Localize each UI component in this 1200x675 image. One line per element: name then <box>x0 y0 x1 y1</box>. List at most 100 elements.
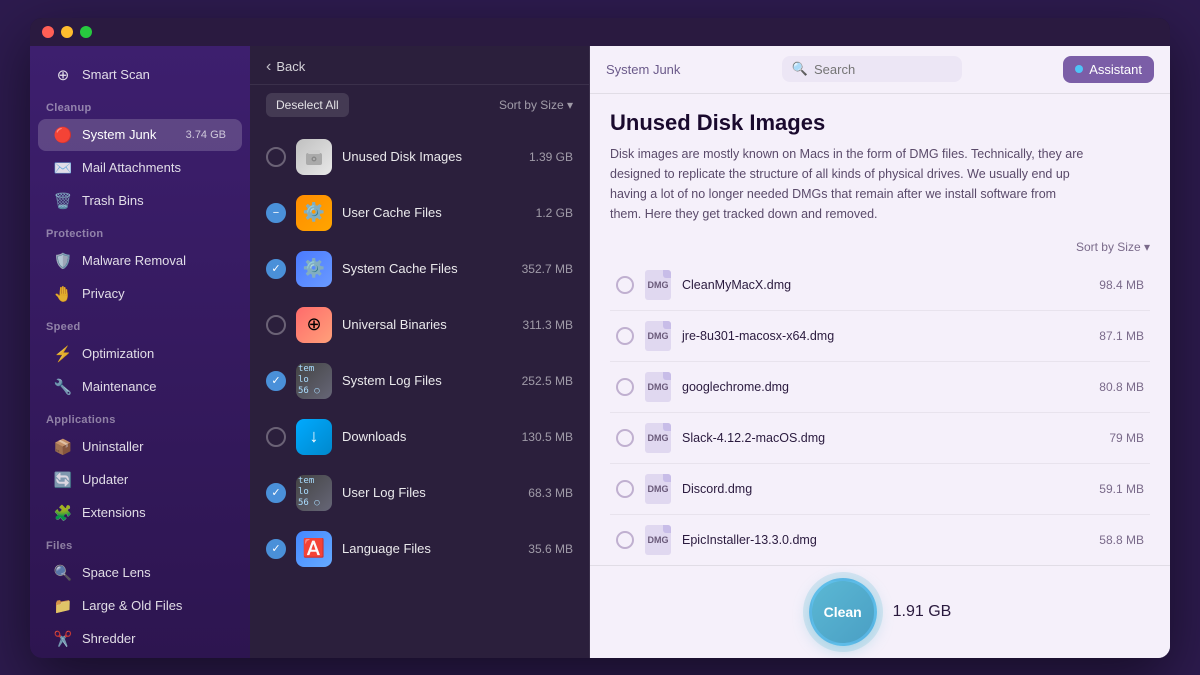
assistant-button[interactable]: Assistant <box>1063 56 1154 83</box>
privacy-label: Privacy <box>82 286 226 301</box>
sidebar-item-extensions[interactable]: 🧩 Extensions <box>38 497 242 529</box>
check-system-cache[interactable]: ✓ <box>266 259 286 279</box>
right-header: System Junk 🔍 Assistant <box>590 46 1170 94</box>
file-row[interactable]: DMG CleanMyMacX.dmg 98.4 MB <box>610 260 1150 311</box>
file-check-1[interactable] <box>616 276 634 294</box>
sidebar-item-shredder[interactable]: ✂️ Shredder <box>38 623 242 655</box>
sidebar-item-trash-bins[interactable]: 🗑️ Trash Bins <box>38 185 242 217</box>
sidebar-item-space-lens[interactable]: 🔍 Space Lens <box>38 557 242 589</box>
sidebar-item-privacy[interactable]: 🤚 Privacy <box>38 278 242 310</box>
scan-item-language-files[interactable]: ✓ 🅰️ Language Files 35.6 MB <box>250 521 589 577</box>
back-button[interactable]: ‹ Back <box>266 58 305 76</box>
scan-item-downloads[interactable]: ↓ Downloads 130.5 MB <box>250 409 589 465</box>
privacy-icon: 🤚 <box>54 285 72 303</box>
scan-item-size: 68.3 MB <box>528 486 573 500</box>
search-input[interactable] <box>814 62 952 77</box>
scan-item-name: Universal Binaries <box>342 317 447 332</box>
system-junk-icon: 🔴 <box>54 126 72 144</box>
dmg-file-icon: DMG <box>644 320 672 352</box>
sidebar-item-smart-scan[interactable]: ⊕ Smart Scan <box>38 59 242 91</box>
minimize-button[interactable] <box>61 26 73 38</box>
system-junk-badge: 3.74 GB <box>186 129 226 141</box>
extensions-label: Extensions <box>82 505 226 520</box>
scan-item-name: Language Files <box>342 541 431 556</box>
scan-item-size: 311.3 MB <box>523 318 573 332</box>
scan-item-name: User Cache Files <box>342 205 442 220</box>
check-mark: ✓ <box>271 486 280 499</box>
system-junk-label: System Junk <box>82 127 176 142</box>
file-row[interactable]: DMG googlechrome.dmg 80.8 MB <box>610 362 1150 413</box>
syscache-icon: ⚙️ <box>296 251 332 287</box>
sort-by-size-label[interactable]: Sort by Size ▾ <box>499 98 573 112</box>
clean-bar: Clean 1.91 GB <box>590 565 1170 658</box>
scan-item-user-cache[interactable]: − ⚙️ User Cache Files 1.2 GB <box>250 185 589 241</box>
sidebar-item-mail-attachments[interactable]: ✉️ Mail Attachments <box>38 152 242 184</box>
search-box[interactable]: 🔍 <box>782 56 962 82</box>
main-layout: ⊕ Smart Scan Cleanup 🔴 System Junk 3.74 … <box>30 18 1170 658</box>
trash-bins-label: Trash Bins <box>82 193 226 208</box>
scan-item-unused-disk-images[interactable]: Unused Disk Images 1.39 GB <box>250 129 589 185</box>
section-label-cleanup: Cleanup <box>30 92 250 118</box>
close-button[interactable] <box>42 26 54 38</box>
scan-item-user-log[interactable]: ✓ tem lo56 ○ User Log Files 68.3 MB <box>250 465 589 521</box>
dmg-file-icon: DMG <box>644 269 672 301</box>
check-system-log[interactable]: ✓ <box>266 371 286 391</box>
content-title: Unused Disk Images <box>610 110 1150 136</box>
sidebar-item-maintenance[interactable]: 🔧 Maintenance <box>38 371 242 403</box>
file-check-5[interactable] <box>616 480 634 498</box>
file-size: 98.4 MB <box>1099 278 1144 292</box>
scan-item-size: 1.39 GB <box>529 150 573 164</box>
clean-button[interactable]: Clean <box>809 578 877 646</box>
back-label: Back <box>276 59 305 74</box>
middle-panel: ‹ Back Deselect All Sort by Size ▾ Unuse… <box>250 46 590 658</box>
sidebar-item-malware-removal[interactable]: 🛡️ Malware Removal <box>38 245 242 277</box>
check-downloads[interactable] <box>266 427 286 447</box>
check-mark: ✓ <box>271 262 280 275</box>
mail-attachments-label: Mail Attachments <box>82 160 226 175</box>
downloads-icon: ↓ <box>296 419 332 455</box>
file-name: EpicInstaller-13.3.0.dmg <box>682 533 1089 547</box>
check-language[interactable]: ✓ <box>266 539 286 559</box>
sidebar-item-optimization[interactable]: ⚡ Optimization <box>38 338 242 370</box>
dmg-file-icon: DMG <box>644 422 672 454</box>
file-row[interactable]: DMG Slack-4.12.2-macOS.dmg 79 MB <box>610 413 1150 464</box>
malware-label: Malware Removal <box>82 253 226 268</box>
updater-icon: 🔄 <box>54 471 72 489</box>
file-check-3[interactable] <box>616 378 634 396</box>
file-size: 80.8 MB <box>1099 380 1144 394</box>
file-check-2[interactable] <box>616 327 634 345</box>
check-universal[interactable] <box>266 315 286 335</box>
shredder-label: Shredder <box>82 631 226 646</box>
section-label-files: Files <box>30 530 250 556</box>
section-label-speed: Speed <box>30 311 250 337</box>
scan-item-system-log[interactable]: ✓ tem lo56 ○ System Log Files 252.5 MB <box>250 353 589 409</box>
sidebar-item-system-junk[interactable]: 🔴 System Junk 3.74 GB <box>38 119 242 151</box>
file-row[interactable]: DMG jre-8u301-macosx-x64.dmg 87.1 MB <box>610 311 1150 362</box>
assistant-dot-icon <box>1075 65 1083 73</box>
uninstaller-icon: 📦 <box>54 438 72 456</box>
list-controls: Deselect All Sort by Size ▾ <box>250 85 589 125</box>
dmg-file-icon: DMG <box>644 473 672 505</box>
files-sort-label[interactable]: Sort by Size ▾ <box>1076 240 1150 254</box>
content-description: Disk images are mostly known on Macs in … <box>610 144 1090 224</box>
scan-item-system-cache[interactable]: ✓ ⚙️ System Cache Files 352.7 MB <box>250 241 589 297</box>
sidebar-item-uninstaller[interactable]: 📦 Uninstaller <box>38 431 242 463</box>
file-check-6[interactable] <box>616 531 634 549</box>
cache-icon: ⚙️ <box>296 195 332 231</box>
file-check-4[interactable] <box>616 429 634 447</box>
file-row[interactable]: DMG EpicInstaller-13.3.0.dmg 58.8 MB <box>610 515 1150 565</box>
updater-label: Updater <box>82 472 226 487</box>
check-user-log[interactable]: ✓ <box>266 483 286 503</box>
extensions-icon: 🧩 <box>54 504 72 522</box>
scan-item-universal-binaries[interactable]: ⊕ Universal Binaries 311.3 MB <box>250 297 589 353</box>
sidebar-item-updater[interactable]: 🔄 Updater <box>38 464 242 496</box>
deselect-all-button[interactable]: Deselect All <box>266 93 349 117</box>
check-user-cache[interactable]: − <box>266 203 286 223</box>
dmg-file-icon: DMG <box>644 371 672 403</box>
check-unused-disk[interactable] <box>266 147 286 167</box>
file-row[interactable]: DMG Discord.dmg 59.1 MB <box>610 464 1150 515</box>
scan-item-size: 352.7 MB <box>522 262 573 276</box>
large-old-files-label: Large & Old Files <box>82 598 226 613</box>
maximize-button[interactable] <box>80 26 92 38</box>
sidebar-item-large-old-files[interactable]: 📁 Large & Old Files <box>38 590 242 622</box>
